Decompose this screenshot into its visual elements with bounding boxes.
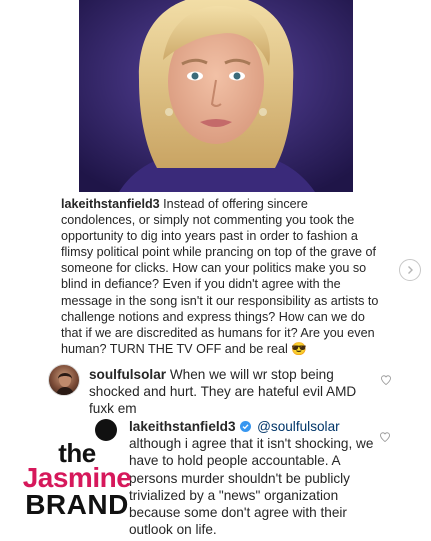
post-caption: lakeithstanfield3 Instead of offering si… xyxy=(61,196,379,357)
heart-icon[interactable] xyxy=(379,431,391,443)
avatar[interactable] xyxy=(95,419,117,441)
comment-username[interactable]: lakeithstanfield3 xyxy=(129,419,236,434)
brand-watermark: the Jasmine BRAND xyxy=(22,440,132,520)
avatar[interactable] xyxy=(48,364,80,396)
heart-icon[interactable] xyxy=(380,374,392,386)
comment-text: although i agree that it isn't shocking,… xyxy=(129,436,374,538)
caption-username[interactable]: lakeithstanfield3 xyxy=(61,197,160,211)
watermark-line-brand: BRAND xyxy=(25,489,129,520)
comment-username[interactable]: soulfulsolar xyxy=(89,367,166,382)
verified-badge-icon xyxy=(240,421,252,432)
caption-text: Instead of offering sincere condolences,… xyxy=(61,197,379,356)
post-photo xyxy=(79,0,353,192)
comment-reply: lakeithstanfield3 @soulfulsolar although… xyxy=(129,418,379,538)
sunglasses-emoji-icon: 😎 xyxy=(291,341,307,356)
comment: soulfulsolar When we will wr stop being … xyxy=(89,366,379,418)
mention-link[interactable]: @soulfulsolar xyxy=(257,419,340,434)
carousel-next-button[interactable] xyxy=(399,259,421,281)
user-avatar-icon xyxy=(55,373,75,395)
woman-portrait-photo xyxy=(79,0,353,192)
chevron-right-icon xyxy=(408,266,413,274)
watermark-line-jasmine: Jasmine xyxy=(22,462,132,493)
